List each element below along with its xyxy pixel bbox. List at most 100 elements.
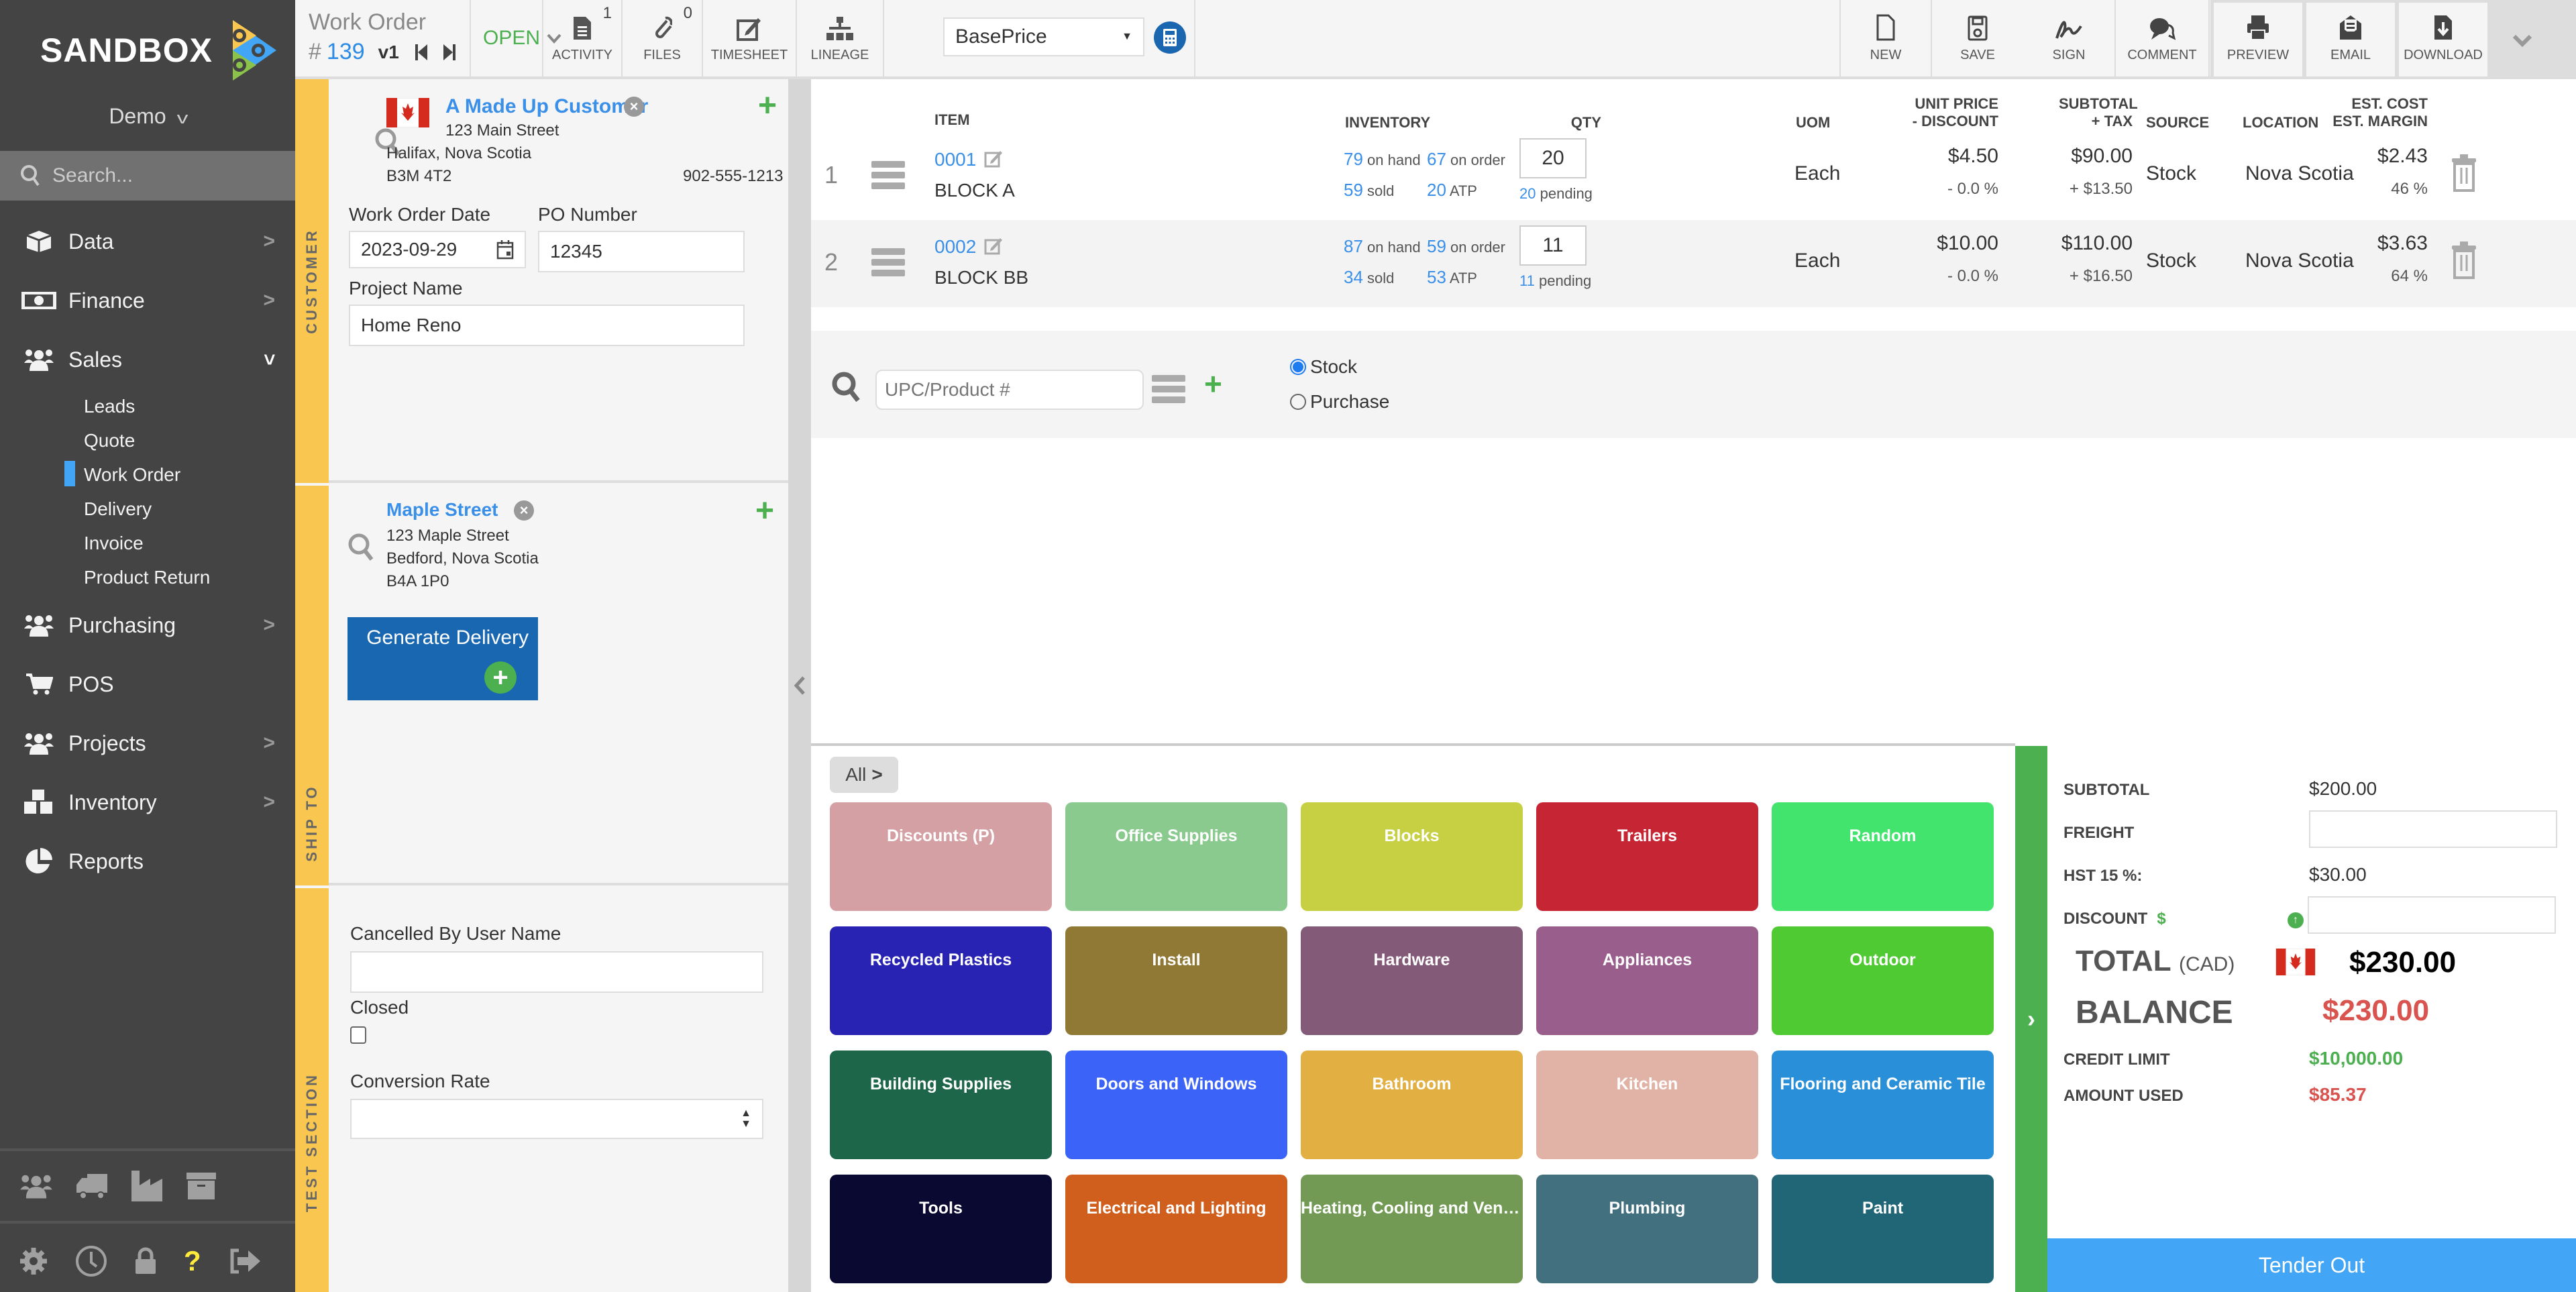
sidebar-search[interactable] bbox=[0, 151, 295, 201]
category-tile[interactable]: Paint bbox=[1772, 1175, 1994, 1283]
truck-icon[interactable] bbox=[75, 1171, 109, 1201]
category-tile[interactable]: Electrical and Lighting bbox=[1065, 1175, 1287, 1283]
category-tile[interactable]: Building Supplies bbox=[830, 1051, 1052, 1159]
factory-icon[interactable] bbox=[130, 1169, 164, 1203]
ship-to-name-link[interactable]: Maple Street bbox=[386, 499, 498, 521]
stepper-icon[interactable]: ▲ ▼ bbox=[741, 1108, 751, 1130]
sidebar-item-reports[interactable]: Reports bbox=[0, 838, 295, 885]
add-customer-icon[interactable]: + bbox=[758, 90, 777, 122]
edit-item-icon[interactable] bbox=[984, 236, 1004, 256]
sidebar-item-data[interactable]: Data > bbox=[0, 218, 295, 265]
search-icon[interactable] bbox=[347, 533, 374, 562]
category-tile[interactable]: Trailers bbox=[1536, 802, 1758, 911]
conversion-rate-field[interactable]: ▲ ▼ bbox=[350, 1099, 763, 1139]
qty-input[interactable]: 20 bbox=[1519, 138, 1587, 178]
drag-handle-icon[interactable] bbox=[871, 161, 905, 193]
last-record-icon[interactable] bbox=[443, 43, 455, 62]
sidebar-subitem-leads[interactable]: Leads bbox=[84, 396, 135, 417]
closed-checkbox[interactable] bbox=[350, 1026, 366, 1044]
comment-button[interactable]: COMMENT bbox=[2116, 0, 2210, 76]
search-icon[interactable] bbox=[831, 371, 862, 405]
preview-button[interactable]: PREVIEW bbox=[2214, 3, 2302, 76]
on-hand-value[interactable]: 87 bbox=[1344, 236, 1363, 256]
clock-icon[interactable] bbox=[75, 1245, 107, 1277]
panel-splitter[interactable] bbox=[788, 79, 811, 1292]
download-button[interactable]: DOWNLOAD bbox=[2399, 3, 2487, 76]
discount-input[interactable] bbox=[2308, 896, 2556, 934]
org-selector[interactable]: Demo v bbox=[0, 104, 295, 129]
tender-out-button[interactable]: Tender Out bbox=[2047, 1238, 2576, 1292]
item-code-link[interactable]: 0001 bbox=[934, 149, 976, 170]
sidebar-subitem-product-return[interactable]: Product Return bbox=[84, 567, 210, 588]
timesheet-button[interactable]: TIMESHEET bbox=[703, 0, 797, 76]
breadcrumb-all-button[interactable]: All > bbox=[830, 757, 898, 793]
category-tile[interactable]: Blocks bbox=[1301, 802, 1523, 911]
trash-icon[interactable] bbox=[2451, 240, 2477, 280]
atp-value[interactable]: 20 bbox=[1427, 180, 1446, 200]
on-order-value[interactable]: 67 bbox=[1427, 149, 1446, 169]
add-product-icon[interactable]: + bbox=[1204, 368, 1222, 399]
sidebar-item-projects[interactable]: Projects > bbox=[0, 720, 295, 767]
radio-unselected[interactable] bbox=[1290, 394, 1306, 410]
browse-list-icon[interactable] bbox=[1152, 375, 1185, 407]
gear-icon[interactable] bbox=[19, 1246, 48, 1276]
product-search-input[interactable] bbox=[875, 370, 1144, 410]
category-tile[interactable]: Flooring and Ceramic Tile bbox=[1772, 1051, 1994, 1159]
category-tile[interactable]: Doors and Windows bbox=[1065, 1051, 1287, 1159]
clear-ship-to-icon[interactable]: × bbox=[514, 500, 534, 521]
category-tile[interactable]: Appliances bbox=[1536, 926, 1758, 1035]
sold-value[interactable]: 59 bbox=[1344, 180, 1363, 200]
drag-handle-icon[interactable] bbox=[871, 248, 905, 280]
help-icon[interactable]: ? bbox=[184, 1245, 201, 1277]
edit-item-icon[interactable] bbox=[984, 149, 1004, 169]
customers-icon[interactable] bbox=[19, 1170, 54, 1202]
unit-price[interactable]: $4.50 bbox=[1898, 145, 1998, 168]
activity-button[interactable]: 1 ACTIVITY bbox=[542, 0, 623, 76]
category-tile[interactable]: Discounts (P) bbox=[830, 802, 1052, 911]
archive-box-icon[interactable] bbox=[185, 1171, 217, 1201]
on-order-value[interactable]: 59 bbox=[1427, 236, 1446, 256]
atp-value[interactable]: 53 bbox=[1427, 267, 1446, 287]
sign-button[interactable]: SIGN bbox=[2023, 0, 2116, 76]
on-hand-value[interactable]: 79 bbox=[1344, 149, 1363, 169]
sidebar-subitem-delivery[interactable]: Delivery bbox=[84, 498, 152, 520]
category-tile[interactable]: Outdoor bbox=[1772, 926, 1994, 1035]
chevron-left-icon[interactable] bbox=[793, 676, 806, 696]
customer-name-link[interactable]: A Made Up Customer bbox=[445, 95, 648, 118]
save-button[interactable]: SAVE bbox=[1932, 0, 2023, 76]
clear-customer-icon[interactable]: × bbox=[624, 97, 644, 117]
source-radio-purchase[interactable]: Purchase bbox=[1290, 391, 1389, 413]
category-tile[interactable]: Install bbox=[1065, 926, 1287, 1035]
sidebar-item-finance[interactable]: Finance > bbox=[0, 277, 295, 324]
source-radio-stock[interactable]: Stock bbox=[1290, 356, 1357, 378]
dollar-toggle-icon[interactable]: $ bbox=[2157, 910, 2165, 928]
collapse-totals-handle[interactable]: › bbox=[2015, 746, 2047, 1292]
logo[interactable]: SANDBOX bbox=[40, 17, 286, 84]
category-tile[interactable]: Hardware bbox=[1301, 926, 1523, 1035]
sidebar-item-pos[interactable]: POS bbox=[0, 661, 295, 708]
item-code-link[interactable]: 0002 bbox=[934, 236, 976, 258]
qty-input[interactable]: 11 bbox=[1519, 225, 1587, 266]
work-order-date-field[interactable]: 2023-09-29 bbox=[349, 231, 526, 268]
sold-value[interactable]: 34 bbox=[1344, 267, 1363, 287]
more-actions-button[interactable] bbox=[2502, 27, 2542, 54]
sidebar-subitem-work-order[interactable]: Work Order bbox=[84, 464, 180, 486]
generate-delivery-button[interactable]: Generate Delivery + bbox=[347, 617, 538, 700]
add-ship-to-icon[interactable]: + bbox=[755, 495, 774, 527]
sidebar-subitem-quote[interactable]: Quote bbox=[84, 430, 135, 451]
new-button[interactable]: NEW bbox=[1839, 0, 1932, 76]
po-number-field[interactable]: 12345 bbox=[538, 231, 745, 272]
category-tile[interactable]: Tools bbox=[830, 1175, 1052, 1283]
category-tile[interactable]: Random bbox=[1772, 802, 1994, 911]
sidebar-item-purchasing[interactable]: Purchasing > bbox=[0, 602, 295, 649]
price-list-select[interactable]: BasePrice ▼ bbox=[943, 17, 1144, 56]
files-button[interactable]: 0 FILES bbox=[623, 0, 703, 76]
unit-price[interactable]: $10.00 bbox=[1898, 232, 1998, 255]
email-button[interactable]: EMAIL bbox=[2306, 3, 2395, 76]
trash-icon[interactable] bbox=[2451, 153, 2477, 193]
category-tile[interactable]: Bathroom bbox=[1301, 1051, 1523, 1159]
freight-input[interactable] bbox=[2309, 810, 2557, 848]
sidebar-item-sales[interactable]: Sales > bbox=[0, 336, 295, 383]
sidebar-item-inventory[interactable]: Inventory > bbox=[0, 779, 295, 826]
category-tile[interactable]: Heating, Cooling and Ventil... bbox=[1301, 1175, 1523, 1283]
